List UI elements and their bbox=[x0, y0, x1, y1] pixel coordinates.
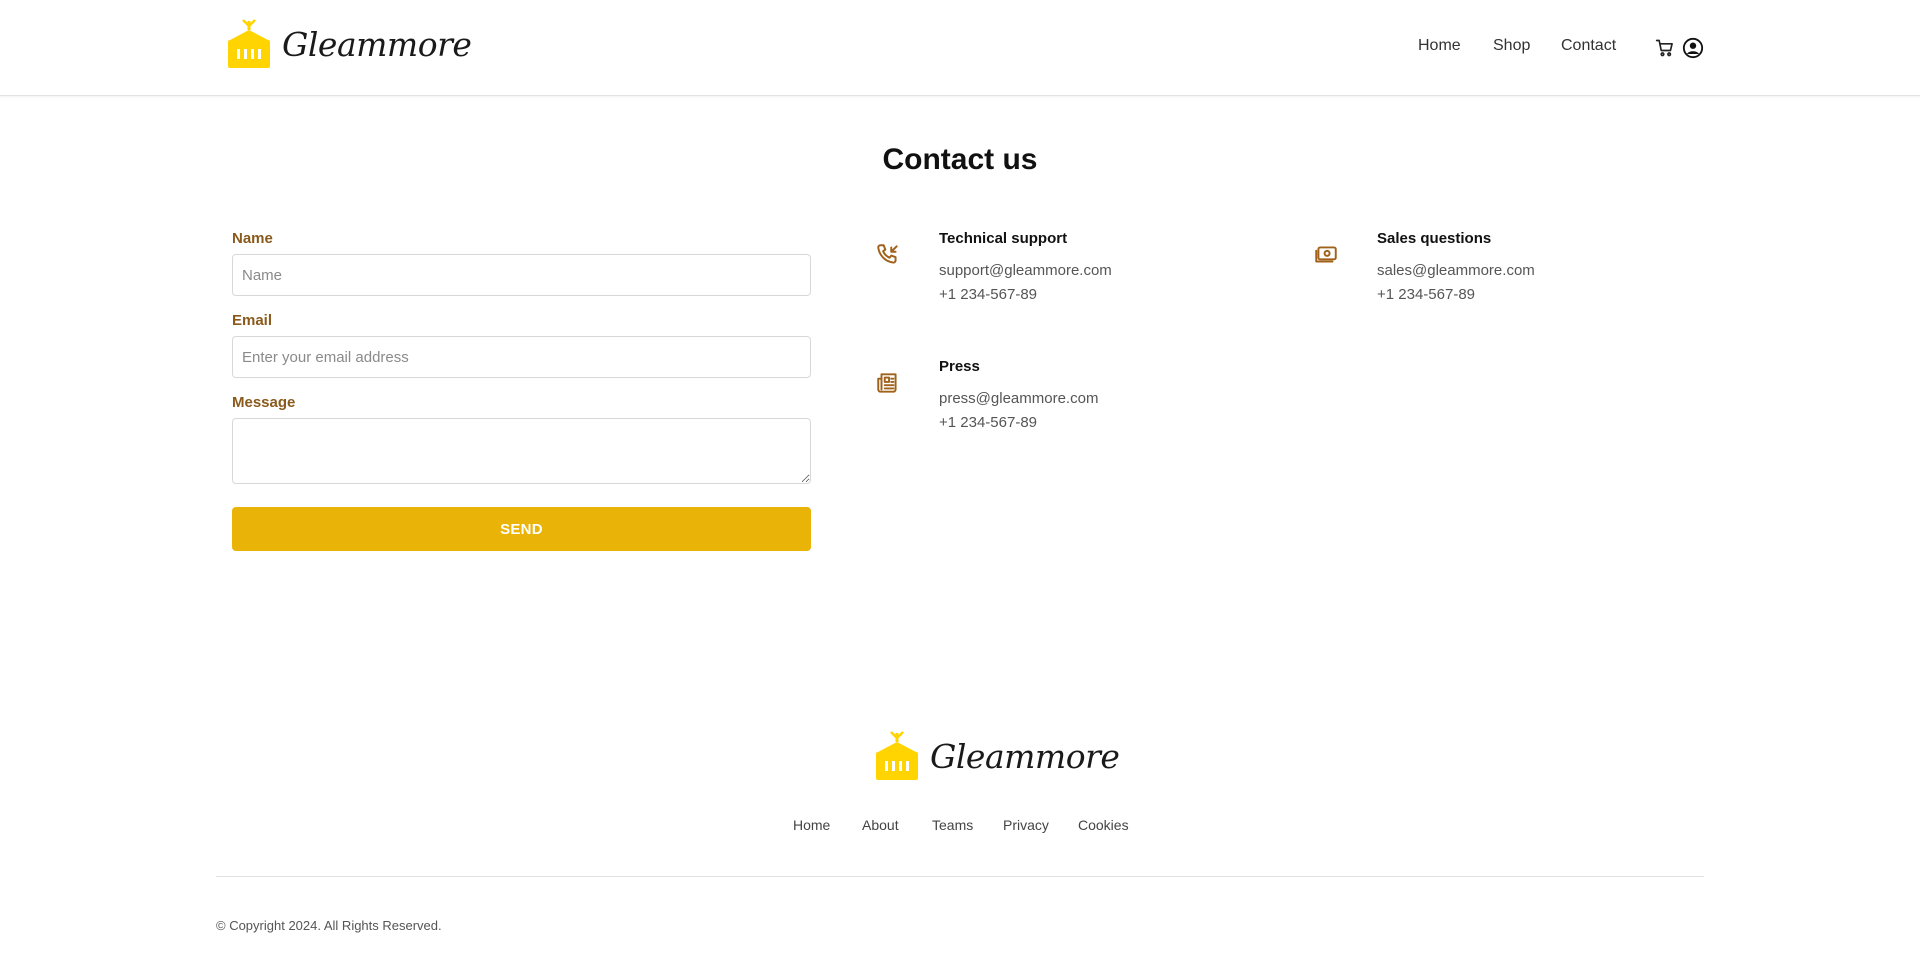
contact-phone: +1 234-567-89 bbox=[939, 414, 1037, 431]
name-input[interactable] bbox=[232, 254, 811, 296]
brand-name: Gleammore bbox=[930, 736, 1120, 776]
footer-logo[interactable]: Gleammore bbox=[874, 730, 1120, 782]
brand-name: Gleammore bbox=[282, 24, 472, 64]
money-icon bbox=[1315, 246, 1337, 263]
contact-title: Sales questions bbox=[1377, 230, 1492, 247]
footer-link-home[interactable]: Home bbox=[793, 817, 830, 833]
footer-divider bbox=[216, 876, 1704, 877]
nav-contact[interactable]: Contact bbox=[1561, 37, 1616, 55]
email-input[interactable] bbox=[232, 336, 811, 378]
send-button[interactable]: SEND bbox=[232, 507, 811, 551]
footer-link-teams[interactable]: Teams bbox=[932, 817, 973, 833]
email-label: Email bbox=[232, 312, 273, 329]
contact-phone: +1 234-567-89 bbox=[1377, 286, 1475, 303]
container-crane-icon bbox=[876, 731, 918, 780]
header-logo[interactable]: Gleammore bbox=[226, 18, 472, 70]
site-header: Gleammore Home Shop Contact bbox=[0, 0, 1920, 96]
container-crane-icon bbox=[228, 19, 270, 68]
contact-form: Name Email Message SEND bbox=[232, 230, 811, 551]
newspaper-icon bbox=[877, 373, 897, 393]
user-circle-icon[interactable] bbox=[1682, 37, 1704, 59]
footer-link-cookies[interactable]: Cookies bbox=[1078, 817, 1129, 833]
copyright-text: © Copyright 2024. All Rights Reserved. bbox=[216, 918, 442, 933]
page-title: Contact us bbox=[882, 143, 1038, 176]
phone-incoming-icon bbox=[877, 244, 898, 264]
footer-link-privacy[interactable]: Privacy bbox=[1003, 817, 1049, 833]
nav-shop[interactable]: Shop bbox=[1493, 37, 1530, 55]
cart-icon[interactable] bbox=[1654, 37, 1676, 59]
nav-home[interactable]: Home bbox=[1418, 37, 1461, 55]
contact-email[interactable]: support@gleammore.com bbox=[939, 262, 1112, 279]
message-label: Message bbox=[232, 394, 296, 411]
contact-email[interactable]: sales@gleammore.com bbox=[1377, 262, 1535, 279]
name-label: Name bbox=[232, 230, 273, 247]
message-textarea[interactable] bbox=[232, 418, 811, 484]
contact-phone: +1 234-567-89 bbox=[939, 286, 1037, 303]
contact-title: Technical support bbox=[939, 230, 1068, 247]
footer-link-about[interactable]: About bbox=[862, 817, 899, 833]
contact-title: Press bbox=[939, 358, 980, 375]
contact-email[interactable]: press@gleammore.com bbox=[939, 390, 1098, 407]
